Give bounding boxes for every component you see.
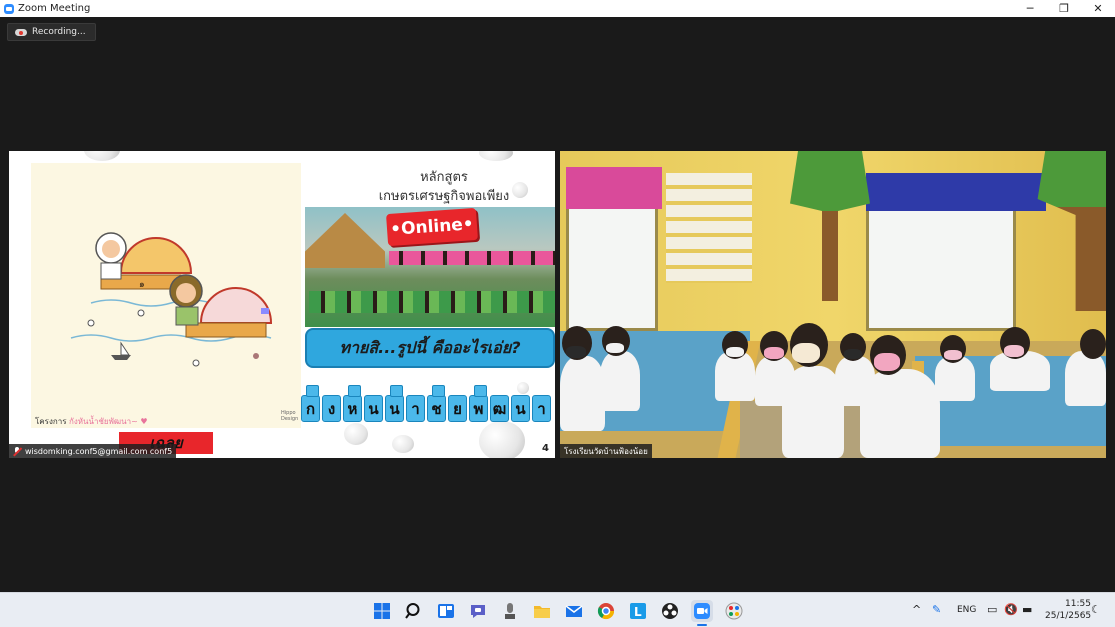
slide-page-number: 4	[542, 443, 549, 454]
widgets-icon[interactable]	[435, 600, 457, 622]
letter-tile: า	[406, 395, 425, 422]
zoom-app-icon	[4, 3, 14, 14]
letter-tile: ก	[301, 385, 320, 422]
video-tile-presenter[interactable]: ๑ โครงการ กังหันน้ำชัยพัฒนา~ ♥ Hippo Des…	[9, 151, 555, 458]
letter-tile: ฒ	[490, 395, 509, 422]
title-bar: Zoom Meeting ─ ❐ ✕	[0, 0, 1115, 17]
course-line-1: หลักสูตร	[420, 170, 468, 185]
letter-tile: ย	[448, 395, 467, 422]
microphone-app-icon[interactable]	[499, 600, 521, 622]
cloud-record-icon	[15, 28, 27, 36]
bubble-decoration	[479, 421, 525, 458]
windows-taskbar: L ^ ✎ ENG ▭ 🔇 ▬ 11:55 25/1/2565 ☾	[0, 592, 1115, 627]
project-prefix: โครงการ	[35, 417, 67, 426]
window-controls: ─ ❐ ✕	[1013, 0, 1115, 17]
face-mask	[606, 343, 624, 353]
display-icon[interactable]: ▭	[987, 603, 997, 616]
answer-letters: ก ง ห น น า ช ย พ ฒ น า	[301, 385, 551, 425]
do-not-disturb-icon[interactable]: ☾	[1091, 603, 1101, 616]
bubble-decoration	[84, 151, 120, 161]
chrome-icon[interactable]	[595, 600, 617, 622]
bubble-decoration	[517, 382, 529, 394]
question-banner: ทายสิ...รูปนี้ คืออะไรเอ่ย?	[305, 328, 555, 368]
waterwheel-cartoon-icon: ๑	[70, 232, 273, 367]
letter-tile: น	[364, 395, 383, 422]
student	[1065, 351, 1106, 406]
letter-tile: พ	[469, 385, 488, 422]
face-mask	[764, 347, 784, 359]
mic-muted-icon	[13, 446, 21, 456]
bulletin-board	[866, 173, 1046, 211]
recording-label: Recording...	[32, 27, 86, 37]
clock-time[interactable]: 11:55	[1065, 599, 1091, 609]
clock-date[interactable]: 25/1/2565	[1045, 611, 1091, 621]
classroom-window	[566, 201, 658, 331]
letter-tile: า	[532, 395, 551, 422]
course-title: หลักสูตร เกษตรเศรษฐกิจพอเพียง	[349, 168, 539, 206]
file-explorer-icon[interactable]	[531, 600, 553, 622]
minimize-button[interactable]: ─	[1013, 0, 1047, 17]
heart-icon: ♥	[140, 417, 148, 426]
participant-name-tag: โรงเรียนวัดบ้านฟ้องน้อย	[560, 444, 652, 458]
battery-icon[interactable]: ▬	[1022, 603, 1032, 616]
bubble-decoration	[344, 423, 368, 445]
svg-text:L: L	[634, 605, 642, 619]
participant-name: โรงเรียนวัดบ้านฟ้องน้อย	[564, 446, 648, 456]
face-mask	[874, 353, 900, 371]
pen-menu-icon[interactable]: ✎	[932, 603, 941, 616]
face-mask	[726, 347, 744, 357]
active-app-indicator	[697, 624, 707, 626]
letter-tile: ง	[322, 395, 341, 422]
windows-start-icon[interactable]	[371, 600, 393, 622]
restore-button[interactable]: ❐	[1047, 0, 1081, 17]
online-badge: •Online•	[385, 207, 479, 247]
student	[600, 351, 640, 411]
cartoon-illustration: ๑	[31, 163, 301, 428]
bulletin-board	[566, 167, 662, 209]
student-head	[1080, 329, 1106, 359]
face-mask	[844, 349, 862, 359]
zoom-taskbar-icon[interactable]	[691, 600, 713, 622]
search-icon[interactable]	[403, 600, 425, 622]
letter-tile: ห	[343, 385, 362, 422]
letter-tile: น	[511, 395, 530, 422]
letter-tile: น	[385, 385, 404, 422]
face-mask	[566, 346, 586, 358]
course-line-2: เกษตรเศรษฐกิจพอเพียง	[378, 189, 510, 204]
recording-indicator[interactable]: Recording...	[7, 23, 96, 41]
crowd-image	[309, 291, 555, 313]
obs-icon[interactable]	[659, 600, 681, 622]
face-mask	[1004, 345, 1024, 357]
window-title: Zoom Meeting	[18, 3, 91, 14]
crowd-image	[389, 251, 555, 265]
project-label: โครงการ กังหันน้ำชัยพัฒนา~ ♥	[35, 415, 147, 428]
letter-tile: ช	[427, 385, 446, 422]
language-indicator[interactable]: ENG	[957, 605, 976, 615]
mail-icon[interactable]	[563, 600, 585, 622]
bubble-decoration	[479, 151, 513, 161]
face-mask	[944, 350, 962, 360]
volume-muted-icon[interactable]: 🔇	[1004, 603, 1018, 616]
video-tile-classroom[interactable]: โรงเรียนวัดบ้านฟ้องน้อย	[560, 151, 1106, 458]
paint-icon[interactable]	[723, 600, 745, 622]
publisher-logo: Hippo Design	[281, 410, 299, 422]
student	[560, 356, 605, 431]
zoom-meeting-window: Zoom Meeting ─ ❐ ✕ Recording... ๑ โครงกา…	[0, 0, 1115, 627]
student	[860, 369, 940, 458]
teams-chat-icon[interactable]	[467, 600, 489, 622]
classroom-window	[866, 206, 1016, 331]
participant-name: wisdomking.conf5@gmail.com conf5	[25, 446, 173, 456]
alphabet-chart	[666, 173, 752, 283]
close-button[interactable]: ✕	[1081, 0, 1115, 17]
bubble-decoration	[392, 435, 414, 453]
project-name: กังหันน้ำชัยพัฒนา~	[69, 417, 138, 426]
face-mask	[792, 343, 820, 363]
tray-overflow-chevron-icon[interactable]: ^	[912, 603, 921, 616]
svg-text:๑: ๑	[139, 280, 145, 290]
line-app-icon[interactable]: L	[627, 600, 649, 622]
participant-name-tag: wisdomking.conf5@gmail.com conf5	[9, 444, 177, 458]
